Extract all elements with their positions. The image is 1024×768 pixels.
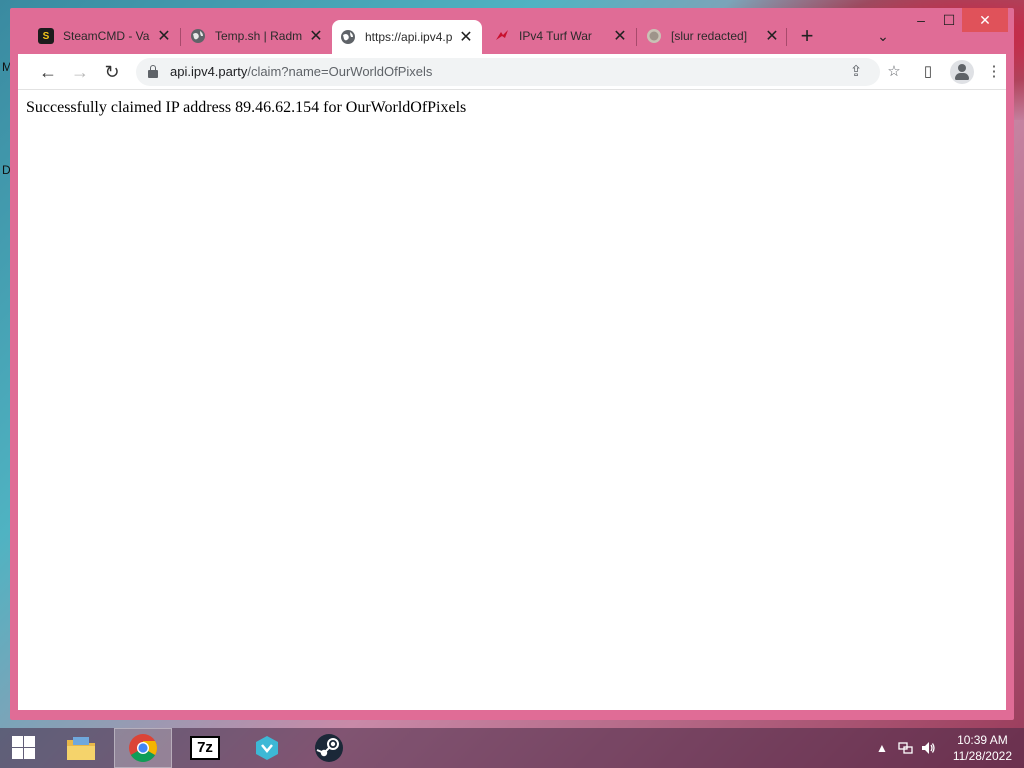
back-button[interactable]: ←	[36, 60, 60, 84]
minimize-button[interactable]: –	[906, 8, 936, 32]
network-app-icon[interactable]	[238, 728, 296, 768]
taskbar: 7z ▲ 10:39 AM 11/28/2022	[0, 728, 1024, 768]
clock-time: 10:39 AM	[957, 733, 1008, 747]
tab-strip: S SteamCMD - Val ✕ Temp.sh | Radm ✕ http…	[10, 8, 1014, 54]
menu-icon[interactable]: ⋮	[982, 60, 1006, 84]
side-panel-icon[interactable]: ▯	[916, 60, 940, 84]
tab-title: [slur redacted]	[671, 29, 748, 43]
tab-api-ipv4[interactable]: https://api.ipv4.p ✕	[332, 20, 482, 54]
clock-date: 11/28/2022	[952, 749, 1012, 763]
tab-title: SteamCMD - Val	[63, 29, 150, 43]
share-icon[interactable]: ⇪	[846, 62, 866, 82]
address-bar[interactable]: api.ipv4.party/claim?name=OurWorldOfPixe…	[136, 58, 901, 86]
start-button[interactable]	[0, 728, 48, 768]
chrome-icon[interactable]	[114, 728, 172, 768]
file-explorer-icon[interactable]	[52, 728, 110, 768]
network-status-icon[interactable]	[898, 740, 914, 756]
tab-title: https://api.ipv4.p	[365, 30, 452, 44]
new-tab-button[interactable]: +	[796, 25, 818, 48]
tab-coin[interactable]: [slur redacted] ✕	[638, 20, 788, 52]
url-host: api.ipv4.party	[170, 64, 248, 79]
close-window-button[interactable]: ✕	[962, 8, 1008, 32]
tab-separator	[636, 28, 637, 46]
browser-toolbar: ← → ↻ api.ipv4.party/claim?name=OurWorld…	[18, 54, 1006, 90]
tab-separator	[786, 28, 787, 46]
steamcmd-icon: S	[38, 28, 54, 44]
system-clock[interactable]: 10:39 AM 11/28/2022	[953, 732, 1012, 764]
lock-icon[interactable]	[148, 65, 158, 78]
forward-button[interactable]: →	[68, 60, 92, 84]
7zip-label: 7z	[190, 736, 220, 760]
tab-title: Temp.sh | Radm	[215, 29, 302, 43]
close-icon[interactable]: ✕	[458, 29, 474, 46]
browser-window: S SteamCMD - Val ✕ Temp.sh | Radm ✕ http…	[10, 8, 1014, 720]
close-icon[interactable]: ✕	[612, 28, 628, 45]
close-icon[interactable]: ✕	[308, 28, 324, 45]
volume-icon[interactable]	[920, 740, 936, 756]
reload-button[interactable]: ↻	[100, 60, 124, 84]
tab-steamcmd[interactable]: S SteamCMD - Val ✕	[30, 20, 180, 52]
close-icon[interactable]: ✕	[764, 28, 780, 45]
tab-ipv4-turf-war[interactable]: IPv4 Turf War ✕	[486, 20, 636, 52]
profile-icon[interactable]	[950, 60, 974, 84]
globe-icon	[190, 28, 206, 44]
tab-separator	[180, 28, 181, 46]
claim-result-message: Successfully claimed IP address 89.46.62…	[26, 99, 467, 116]
url-text[interactable]: api.ipv4.party/claim?name=OurWorldOfPixe…	[170, 64, 432, 79]
turf-war-icon	[494, 28, 510, 44]
tab-title: IPv4 Turf War	[519, 29, 592, 43]
coin-icon	[646, 28, 662, 44]
maximize-button[interactable]: ☐	[934, 8, 964, 32]
bookmark-star-icon[interactable]: ☆	[884, 62, 904, 82]
url-path: /claim?name=OurWorldOfPixels	[247, 64, 433, 79]
steam-icon[interactable]	[300, 728, 358, 768]
page-content: Successfully claimed IP address 89.46.62…	[18, 90, 1006, 710]
tab-search-chevron-icon[interactable]: ⌄	[874, 28, 892, 46]
7zip-icon[interactable]: 7z	[176, 728, 234, 768]
close-icon[interactable]: ✕	[156, 28, 172, 45]
tab-temp-sh[interactable]: Temp.sh | Radm ✕	[182, 20, 332, 52]
globe-icon	[340, 29, 356, 45]
tray-overflow-icon[interactable]: ▲	[874, 740, 890, 756]
